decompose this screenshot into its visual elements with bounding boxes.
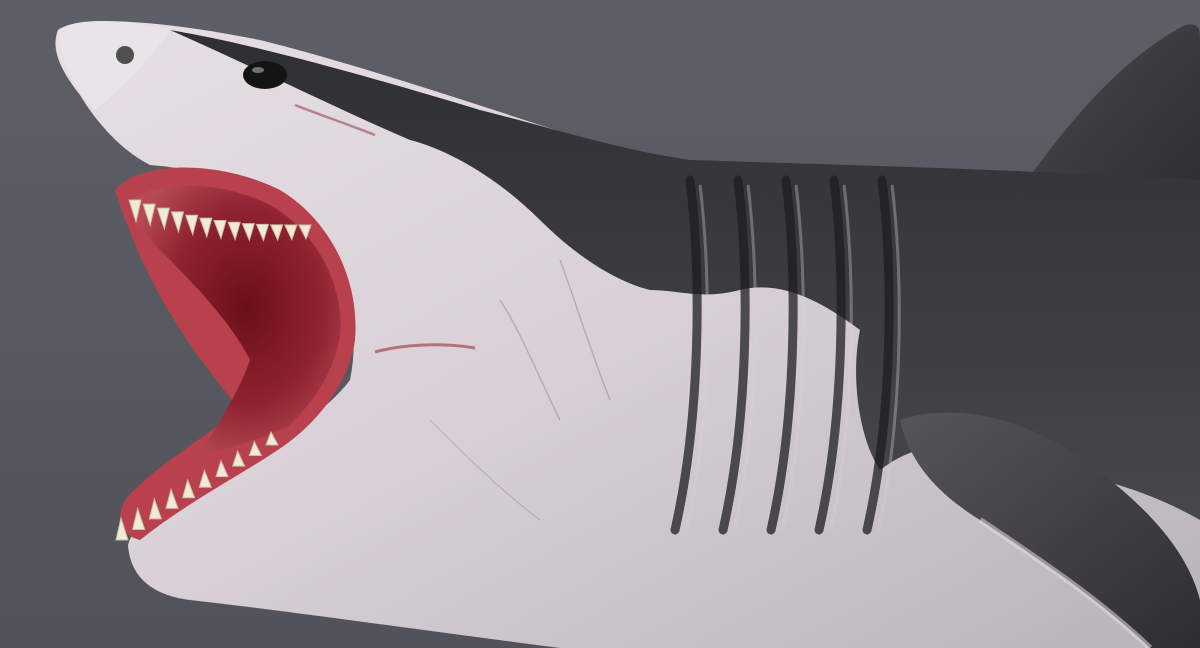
eye-highlight [252, 67, 264, 73]
eye [243, 61, 287, 89]
nostril [116, 46, 134, 64]
shark-scene [0, 0, 1200, 648]
shark-illustration [0, 0, 1200, 648]
